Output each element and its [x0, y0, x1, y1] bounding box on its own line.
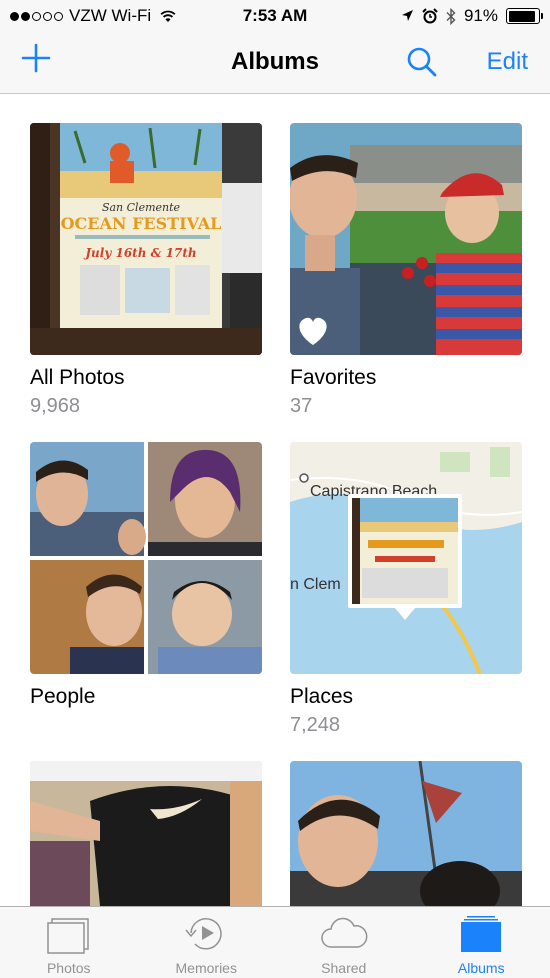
album-thumbnail	[30, 442, 262, 674]
tab-label: Photos	[46, 960, 91, 976]
album-name: All Photos	[30, 366, 125, 389]
album-6[interactable]	[290, 761, 522, 906]
map-label-left: n Clem	[290, 576, 341, 593]
map-thumbnail: Capistrano Beach n Clem	[290, 442, 522, 674]
album-name: Places	[290, 685, 354, 708]
album-name: People	[30, 685, 96, 708]
navigation-bar: Albums Edit	[0, 32, 550, 94]
tab-shared[interactable]: Shared	[275, 907, 413, 978]
album-favorites[interactable]: Favorites 37	[290, 123, 522, 419]
album-thumbnail: San Clemente OCEAN FESTIVAL July 16th & …	[30, 123, 262, 355]
album-thumbnail	[30, 761, 262, 906]
album-people[interactable]: People	[30, 442, 262, 712]
album-count: 7,248	[290, 714, 341, 736]
album-places[interactable]: Capistrano Beach n Clem Places 7,248	[290, 442, 522, 738]
tab-memories[interactable]: Memories	[138, 907, 276, 978]
tab-photos[interactable]: Photos	[0, 907, 138, 978]
album-name: Favorites	[290, 366, 377, 389]
album-all-photos[interactable]: San Clemente OCEAN FESTIVAL July 16th & …	[30, 123, 262, 419]
people-collage	[30, 442, 262, 674]
location-arrow-icon	[401, 10, 413, 21]
album-thumbnail: Capistrano Beach n Clem	[290, 442, 522, 674]
tab-albums[interactable]: Albums	[413, 907, 550, 978]
poster-line3: July 16th & 17th	[83, 246, 196, 260]
battery-percent: 91%	[463, 6, 498, 25]
album-thumbnail	[290, 761, 522, 906]
page-title: Albums	[230, 48, 319, 75]
album-thumbnail	[290, 123, 522, 355]
memories-icon	[185, 918, 222, 950]
status-bar: VZW Wi-Fi 7:53 AM 91%	[0, 0, 550, 32]
album-count: 37	[290, 395, 313, 417]
search-icon[interactable]	[404, 44, 440, 80]
albums-icon	[461, 916, 502, 952]
album-count: 9,968	[30, 395, 81, 417]
kid-photo	[30, 761, 262, 906]
selfie-photo	[290, 761, 522, 906]
stadium-photo	[290, 123, 522, 355]
tab-label: Memories	[175, 960, 237, 976]
cloud-icon	[321, 917, 368, 948]
bluetooth-icon	[446, 7, 456, 25]
photos-icon	[47, 918, 89, 954]
poster-photo: San Clemente OCEAN FESTIVAL July 16th & …	[30, 123, 262, 355]
poster-line1: San Clemente	[102, 201, 181, 214]
tab-label: Albums	[457, 960, 505, 976]
tab-bar: Photos Memories Shared Albums	[0, 906, 550, 978]
edit-button[interactable]: Edit	[487, 48, 528, 76]
poster-line2: OCEAN FESTIVAL	[61, 214, 222, 233]
battery-icon	[506, 8, 543, 24]
alarm-icon	[422, 8, 438, 24]
tab-label: Shared	[321, 960, 367, 976]
album-5[interactable]	[30, 761, 262, 906]
